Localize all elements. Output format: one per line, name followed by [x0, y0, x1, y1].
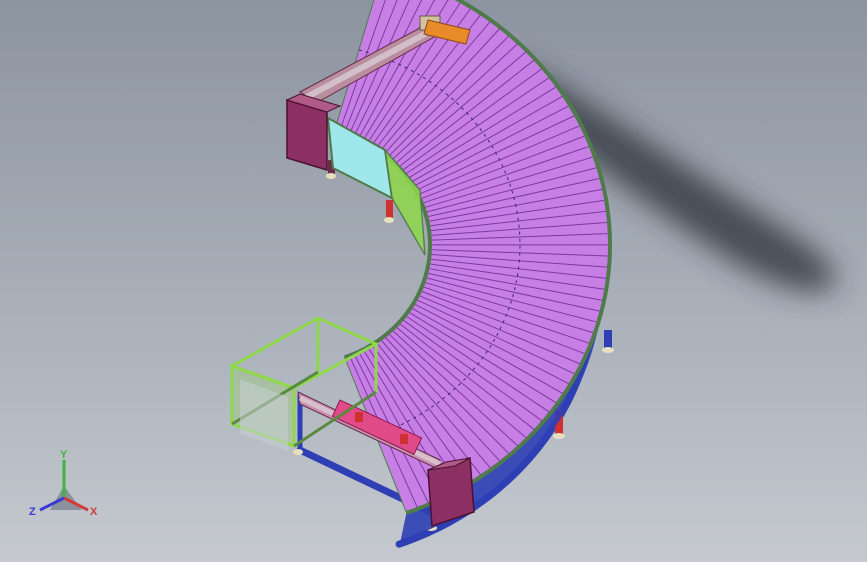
- view-orientation-triad[interactable]: Y X Z: [20, 446, 110, 526]
- x-axis-label: X: [90, 506, 98, 518]
- conveyor-model[interactable]: [0, 0, 867, 562]
- z-axis-label: Z: [29, 506, 36, 518]
- cad-viewport[interactable]: Y X Z: [0, 0, 867, 562]
- y-axis-label: Y: [60, 449, 68, 461]
